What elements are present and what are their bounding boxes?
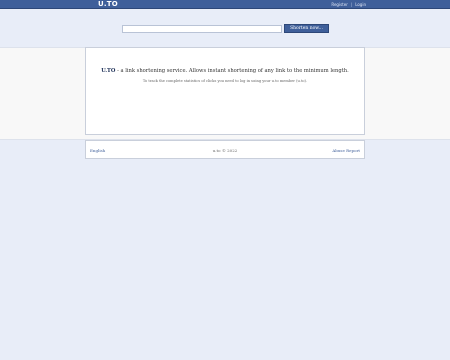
footer: u.to © 2022 English Abuse Report — [85, 140, 365, 159]
register-link[interactable]: Register — [331, 2, 347, 7]
tagline-brand: U.TO — [101, 68, 116, 74]
language-link[interactable]: English — [90, 148, 105, 153]
top-bar — [0, 0, 450, 9]
info-panel: U.TO - a link shortening service. Allows… — [85, 47, 365, 135]
site-logo[interactable]: U.TO — [98, 0, 118, 9]
tagline: U.TO - a link shortening service. Allows… — [86, 68, 364, 74]
stats-hint: To track the complete statistics of clic… — [142, 79, 308, 83]
url-input[interactable] — [122, 25, 282, 33]
abuse-report-link[interactable]: Abuse Report — [332, 148, 360, 153]
shorten-button[interactable]: Shorten now... — [284, 24, 329, 33]
nav-separator: | — [350, 2, 353, 7]
copyright-text: u.to © 2022 — [212, 148, 238, 153]
top-nav: Register | Login — [331, 0, 366, 9]
login-link[interactable]: Login — [355, 2, 366, 7]
tagline-text: - a link shortening service. Allows inst… — [115, 68, 349, 74]
